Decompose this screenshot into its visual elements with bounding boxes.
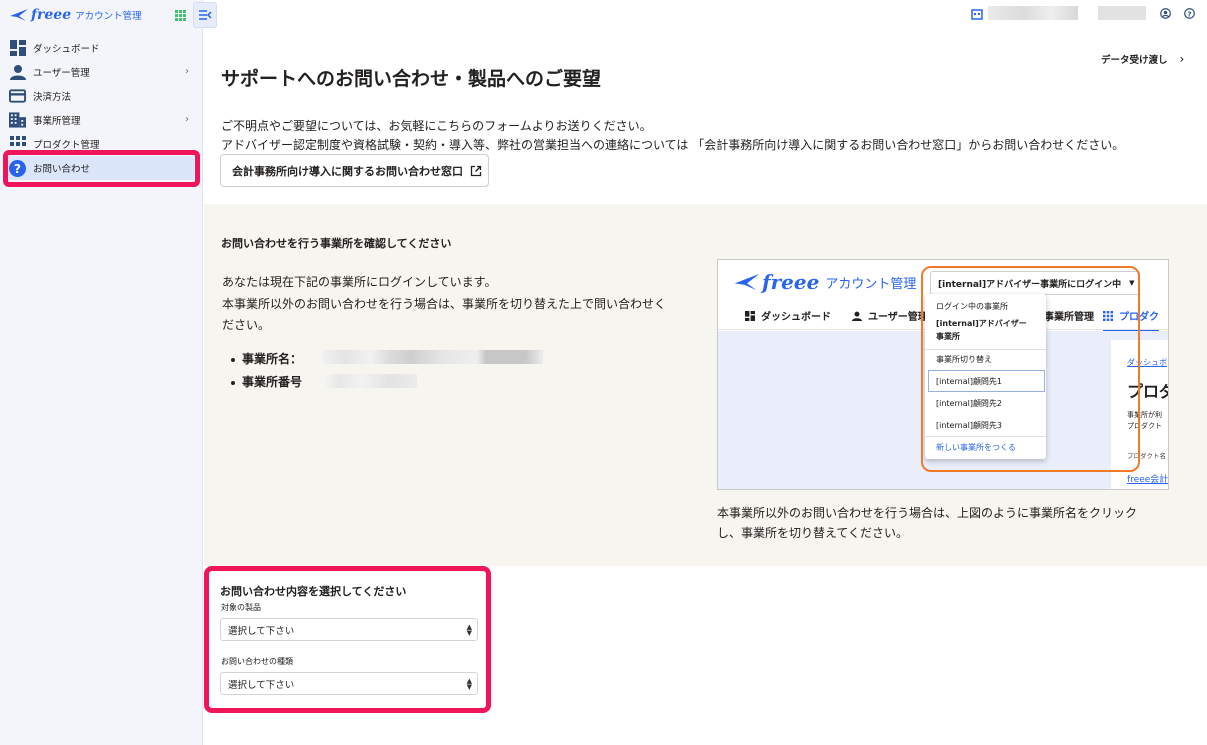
help-circle-icon[interactable]: ? xyxy=(1184,8,1195,19)
freee-bird-icon xyxy=(10,9,28,21)
login-line-2: 本事業所以外のお問い合わせを行う場合は、事業所を切り替えた上で問い合わせく xyxy=(222,296,667,311)
page-title: サポートへのお問い合わせ・製品へのご要望 xyxy=(221,68,602,90)
app-name: アカウント管理 xyxy=(75,11,142,22)
office-confirm-title: お問い合わせを行う事業所を確認してください xyxy=(221,237,452,250)
office-info-list: 事業所名： 事業所番号 xyxy=(230,348,302,394)
select-arrows-icon: ▲ ▼ xyxy=(466,677,472,691)
intro-text: ご不明点やご要望については、お気軽にこちらのフォームよりお送りください。 アドバ… xyxy=(221,117,1124,155)
redacted-office-name[interactable] xyxy=(988,6,1078,20)
sidebar-item-users[interactable]: ユーザー管理 › xyxy=(0,60,203,84)
illustration-logo-text: freee xyxy=(762,270,820,294)
intro-line-1: ご不明点やご要望については、お気軽にこちらのフォームよりお送りください。 xyxy=(221,119,652,133)
sidebar-item-label: 事業所管理 xyxy=(33,116,81,127)
sidebar-item-dashboard[interactable]: ダッシュボード xyxy=(0,36,203,60)
collapse-sidebar-button[interactable] xyxy=(193,2,217,28)
office-name-label: 事業所名： xyxy=(230,348,302,371)
sidebar-highlight-box xyxy=(3,150,200,187)
illustration-nav-dashboard: ダッシュボード xyxy=(745,308,831,323)
redacted-office-number-value xyxy=(325,374,417,388)
sidebar-item-label: ユーザー管理 xyxy=(33,68,90,79)
credit-card-icon xyxy=(9,88,26,105)
inquiry-form-title: お問い合わせ内容を選択してください xyxy=(220,585,407,598)
sidebar-item-label: 決済方法 xyxy=(33,92,72,103)
illustration-card-link: freee会計 xyxy=(1127,475,1169,485)
caption-line-1: 本事業所以外のお問い合わせを行う場合は、上図のように事業所名をクリック xyxy=(717,506,1138,520)
building-icon xyxy=(9,112,26,129)
external-link-icon xyxy=(470,165,482,176)
office-number-label: 事業所番号 xyxy=(230,371,302,394)
product-field-label: 対象の製品 xyxy=(221,603,261,612)
product-select-value: 選択して下さい xyxy=(228,625,295,637)
sidebar-item-label: ダッシュボード xyxy=(33,44,100,55)
office-icon[interactable] xyxy=(971,8,983,20)
illustration-nav-label: ダッシュボード xyxy=(761,312,831,323)
chevron-right-icon: › xyxy=(185,114,189,125)
collapse-icon xyxy=(199,10,212,20)
app-switcher-icon[interactable] xyxy=(175,10,186,21)
illustration-nav-users: ユーザー管理 xyxy=(852,308,928,323)
chevron-right-icon: › xyxy=(185,66,189,77)
illustration-caption: 本事業所以外のお問い合わせを行う場合は、上図のように事業所名をクリック し、事業… xyxy=(717,504,1167,543)
login-line-3: ださい。 xyxy=(222,318,271,332)
login-explanation: あなたは現在下記の事業所にログインしています。 本事業所以外のお問い合わせを行う… xyxy=(222,272,692,337)
sidebar: freee アカウント管理 ダッシュボード ユーザー管理 › 決済方法 事業所管… xyxy=(0,0,203,745)
sidebar-item-label: プロダクト管理 xyxy=(33,140,100,151)
redacted-user-name[interactable] xyxy=(1098,6,1146,20)
inquiry-type-select[interactable]: 選択して下さい ▲ ▼ xyxy=(220,672,478,695)
redacted-office-name-value xyxy=(323,350,543,364)
chevron-right-icon: › xyxy=(1179,52,1185,66)
inquiry-type-select-value: 選択して下さい xyxy=(228,679,295,691)
data-transfer-link[interactable]: データ受け渡し › xyxy=(1101,52,1184,66)
login-line-1: あなたは現在下記の事業所にログインしています。 xyxy=(222,275,497,289)
illustration-highlight-box xyxy=(921,266,1140,472)
sidebar-item-offices[interactable]: 事業所管理 › xyxy=(0,108,203,132)
accounting-firm-inquiry-label: 会計事務所向け導入に関するお問い合わせ窓口 xyxy=(232,164,463,178)
office-switch-illustration: freee アカウント管理 ダッシュボード ユーザー管理 事業所管理 プロダク … xyxy=(717,259,1169,490)
logo-text: freee xyxy=(31,7,72,23)
dashboard-icon xyxy=(9,40,26,57)
accounting-firm-inquiry-button[interactable]: 会計事務所向け導入に関するお問い合わせ窓口 xyxy=(220,154,489,187)
brand-logo[interactable]: freee アカウント管理 xyxy=(8,6,142,24)
user-icon xyxy=(9,64,26,81)
account-circle-icon[interactable] xyxy=(1160,8,1171,19)
dashboard-icon xyxy=(745,310,755,321)
illustration-logo: freee アカウント管理 xyxy=(732,270,916,294)
inquiry-type-field-label: お問い合わせの種類 xyxy=(221,657,293,666)
user-icon xyxy=(852,311,862,321)
product-select[interactable]: 選択して下さい ▲ ▼ xyxy=(220,618,478,641)
data-transfer-label: データ受け渡し xyxy=(1101,55,1168,66)
freee-bird-icon xyxy=(734,273,760,291)
sidebar-item-payment[interactable]: 決済方法 xyxy=(0,84,203,108)
svg-text:?: ? xyxy=(1187,9,1191,18)
caption-line-2: し、事業所を切り替えてください。 xyxy=(717,525,909,540)
illustration-nav-label: ユーザー管理 xyxy=(868,312,928,323)
select-arrows-icon: ▲ ▼ xyxy=(466,623,472,637)
intro-line-2: アドバイザー認定制度や資格試験・契約・導入等、弊社の営業担当への連絡については … xyxy=(221,138,1125,152)
illustration-app-name: アカウント管理 xyxy=(825,276,917,292)
